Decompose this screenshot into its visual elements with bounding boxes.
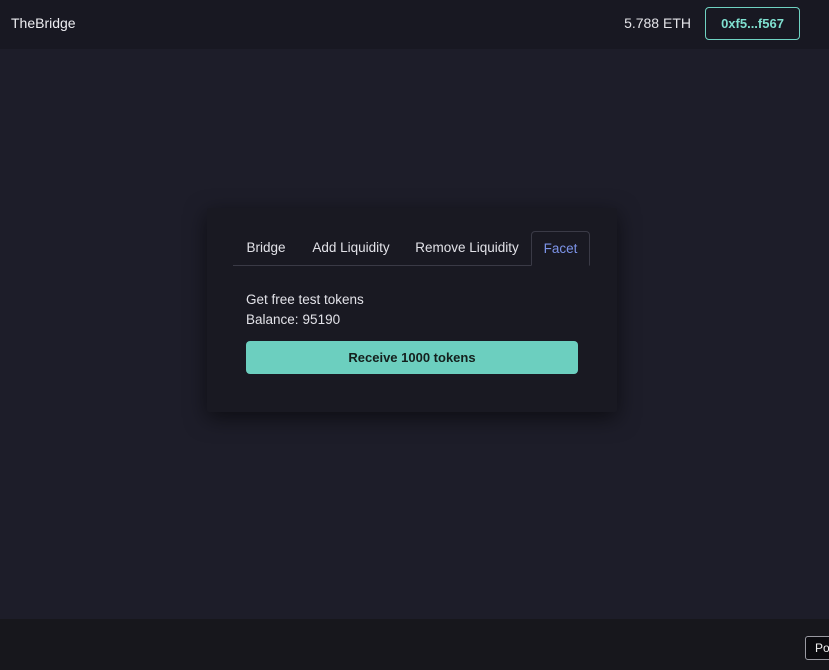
footer-button[interactable]: Po [805, 636, 829, 660]
top-navbar: TheBridge 5.788 ETH 0xf5...f567 [0, 0, 829, 49]
wallet-address-button[interactable]: 0xf5...f567 [705, 7, 800, 40]
facet-description: Get free test tokens [246, 292, 364, 307]
balance-label: Balance: [246, 312, 299, 327]
bridge-card: Bridge Add Liquidity Remove Liquidity Fa… [207, 208, 617, 412]
receive-tokens-button[interactable]: Receive 1000 tokens [246, 341, 578, 374]
balance-value: 95190 [302, 312, 341, 327]
token-balance: Balance: 95190 [246, 312, 340, 327]
tab-add-liquidity[interactable]: Add Liquidity [305, 231, 397, 265]
tab-bar: Bridge Add Liquidity Remove Liquidity Fa… [233, 231, 590, 266]
tab-facet[interactable]: Facet [531, 231, 590, 266]
tab-bridge[interactable]: Bridge [233, 231, 299, 265]
brand-logo-text[interactable]: TheBridge [11, 15, 76, 31]
eth-balance: 5.788 ETH [624, 15, 691, 31]
tab-remove-liquidity[interactable]: Remove Liquidity [409, 231, 525, 265]
page-footer: Po [0, 619, 829, 670]
